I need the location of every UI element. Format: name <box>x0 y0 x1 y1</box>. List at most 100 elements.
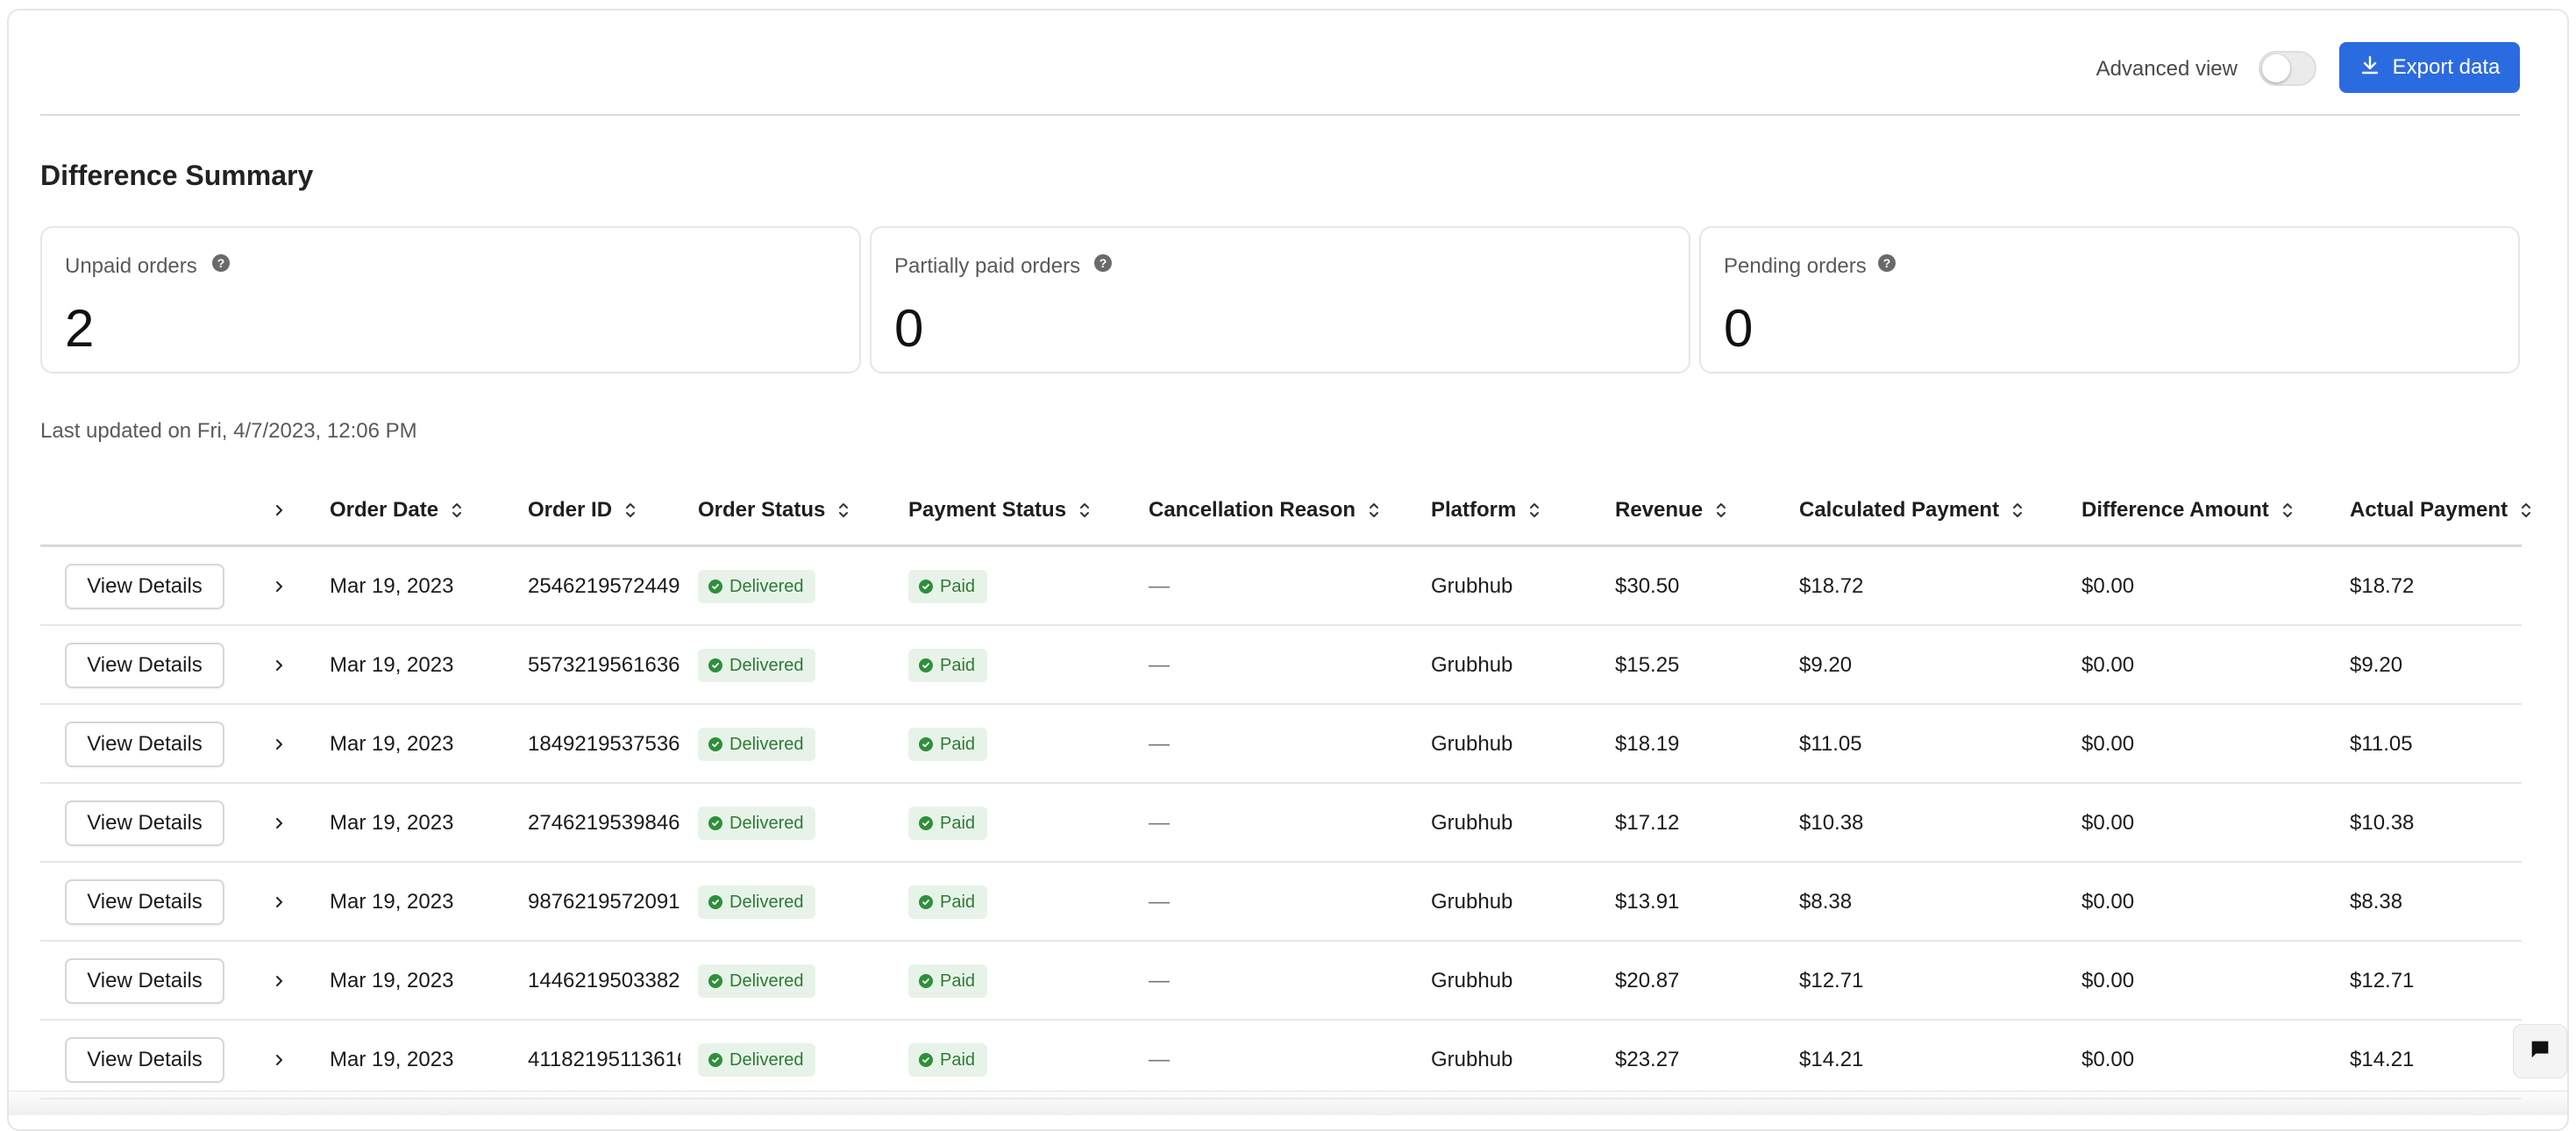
order-status-badge: Delivered <box>698 570 816 603</box>
order-date-cell: Mar 19, 2023 <box>330 732 454 756</box>
difference-amount-cell: $0.00 <box>2081 969 2135 992</box>
col-order-status[interactable]: Order Status <box>698 473 850 547</box>
order-status-text: Delivered <box>729 813 804 833</box>
expand-row-chevron-icon[interactable] <box>272 942 286 1021</box>
view-details-cell: View Details <box>65 626 224 705</box>
order-id-cell: 41182195113616 <box>528 1048 680 1071</box>
advanced-view-label: Advanced view <box>2096 57 2238 81</box>
payment-status-text: Paid <box>940 655 976 675</box>
order-id-cell: 9876219572091 <box>528 890 680 914</box>
col-label: Payment Status <box>908 498 1067 522</box>
col-calculated-payment[interactable]: Calculated Payment <box>1799 473 2024 547</box>
payment-status-text: Paid <box>940 734 976 754</box>
chat-button[interactable] <box>2513 1024 2567 1078</box>
platform-cell: Grubhub <box>1431 732 1513 756</box>
order-status-cell: Delivered <box>698 626 816 705</box>
export-data-button[interactable]: Export data <box>2339 42 2520 93</box>
check-circle-icon <box>708 580 722 594</box>
order-status-cell: Delivered <box>698 1021 816 1099</box>
order-id-cell: 2746219539846 <box>528 811 680 835</box>
sort-icon <box>2282 503 2292 517</box>
expand-row-chevron-icon[interactable] <box>272 547 286 626</box>
order-date-cell: Mar 19, 2023 <box>330 890 454 914</box>
orders-table: Order Date Order ID Order Status Payment… <box>40 473 2531 1099</box>
col-payment-status[interactable]: Payment Status <box>908 473 1091 547</box>
payment-status-text: Paid <box>940 971 976 991</box>
table-row: View Details Mar 19, 2023 2746219539846 Del… <box>40 784 2522 863</box>
expand-all-chevron-icon[interactable] <box>272 473 286 547</box>
payment-status-badge: Paid <box>908 964 988 998</box>
cancellation-reason-cell: — <box>1149 1048 1170 1071</box>
view-details-button[interactable]: View Details <box>65 800 224 846</box>
revenue-cell: $17.12 <box>1615 811 1680 835</box>
calculated-payment-cell: $9.20 <box>1799 653 1853 677</box>
card-value: 0 <box>1724 299 1754 358</box>
expand-row-chevron-icon[interactable] <box>272 705 286 784</box>
card-value: 0 <box>894 299 924 358</box>
payment-status-text: Paid <box>940 576 976 596</box>
platform-cell: Grubhub <box>1431 1048 1513 1071</box>
payment-status-badge: Paid <box>908 886 988 919</box>
col-label: Difference Amount <box>2081 498 2269 522</box>
view-details-button[interactable]: View Details <box>65 1037 224 1083</box>
download-icon <box>2359 54 2380 82</box>
expand-row-chevron-icon[interactable] <box>272 784 286 863</box>
order-id-cell: 2546219572449 <box>528 574 680 598</box>
col-platform[interactable]: Platform <box>1431 473 1541 547</box>
col-actual-payment[interactable]: Actual Payment <box>2350 473 2532 547</box>
help-icon[interactable]: ? <box>212 254 230 272</box>
view-details-button[interactable]: View Details <box>65 564 224 609</box>
help-icon[interactable]: ? <box>1878 254 1896 272</box>
order-id-cell: 1446219503382 <box>528 969 680 992</box>
revenue-cell: $30.50 <box>1615 574 1680 598</box>
view-details-button[interactable]: View Details <box>65 643 224 688</box>
order-status-text: Delivered <box>729 734 804 754</box>
cancellation-reason-cell: — <box>1149 969 1170 992</box>
payment-status-cell: Paid <box>908 1021 988 1099</box>
view-details-button[interactable]: View Details <box>65 958 224 1004</box>
order-status-text: Delivered <box>729 971 804 991</box>
order-date-cell: Mar 19, 2023 <box>330 969 454 992</box>
check-circle-icon <box>919 1053 933 1067</box>
sort-icon <box>626 503 636 517</box>
payment-status-badge: Paid <box>908 649 988 682</box>
advanced-view-toggle[interactable] <box>2259 51 2316 86</box>
col-cancellation-reason[interactable]: Cancellation Reason <box>1149 473 1380 547</box>
col-difference-amount[interactable]: Difference Amount <box>2081 473 2294 547</box>
sort-icon <box>2522 503 2531 517</box>
col-label: Cancellation Reason <box>1149 498 1356 522</box>
calculated-payment-cell: $12.71 <box>1799 969 1864 992</box>
revenue-cell: $23.27 <box>1615 1048 1680 1071</box>
payment-status-badge: Paid <box>908 570 988 603</box>
check-circle-icon <box>919 895 933 909</box>
actual-payment-cell: $11.05 <box>2350 732 2413 756</box>
check-circle-icon <box>919 737 933 751</box>
help-icon[interactable]: ? <box>1094 254 1112 272</box>
expand-row-chevron-icon[interactable] <box>272 626 286 705</box>
card-label: Unpaid orders <box>65 254 197 278</box>
order-date-cell: Mar 19, 2023 <box>330 1048 454 1071</box>
actual-payment-cell: $10.38 <box>2350 811 2415 835</box>
order-status-text: Delivered <box>729 576 804 596</box>
sort-icon <box>2013 503 2023 517</box>
expand-row-chevron-icon[interactable] <box>272 1021 286 1099</box>
revenue-cell: $18.19 <box>1615 732 1680 756</box>
actual-payment-cell: $14.21 <box>2350 1048 2415 1071</box>
view-details-button[interactable]: View Details <box>65 879 224 925</box>
payment-status-text: Paid <box>940 813 976 833</box>
payment-status-cell: Paid <box>908 705 988 784</box>
view-details-cell: View Details <box>65 547 224 626</box>
col-order-date[interactable]: Order Date <box>330 473 463 547</box>
payment-status-text: Paid <box>940 1049 976 1070</box>
expand-row-chevron-icon[interactable] <box>272 863 286 942</box>
col-revenue[interactable]: Revenue <box>1615 473 1727 547</box>
actual-payment-cell: $9.20 <box>2350 653 2403 677</box>
actual-payment-cell: $18.72 <box>2350 574 2415 598</box>
table-row: View Details Mar 19, 2023 1849219537536 Del… <box>40 705 2522 784</box>
check-circle-icon <box>708 658 722 672</box>
col-order-id[interactable]: Order ID <box>528 473 637 547</box>
platform-cell: Grubhub <box>1431 969 1513 992</box>
view-details-button[interactable]: View Details <box>65 722 224 767</box>
payment-status-cell: Paid <box>908 784 988 863</box>
check-circle-icon <box>708 737 722 751</box>
